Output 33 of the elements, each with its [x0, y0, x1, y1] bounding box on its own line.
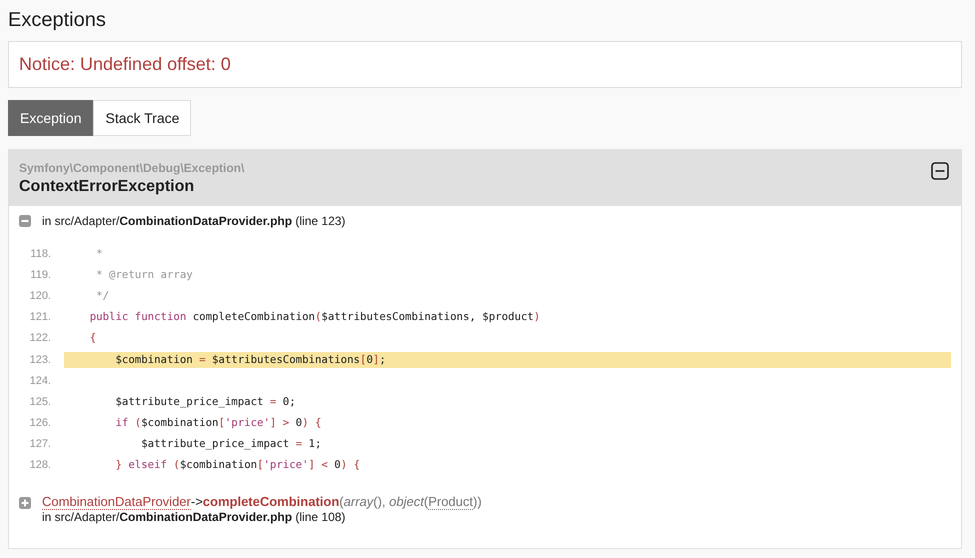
class-link[interactable]: CombinationDataProvider [42, 494, 191, 510]
line-number: 121. [28, 311, 52, 324]
tab[interactable]: Stack Trace [93, 100, 192, 136]
code-line: if ($combination['price'] > 0) { [114, 415, 322, 432]
line-number: 118. [29, 248, 52, 260]
code-line: { [88, 330, 98, 346]
collapse-icon[interactable] [931, 162, 949, 180]
line-number: 120. [28, 290, 52, 302]
code-line: $attribute_price_impact = 0; [114, 394, 297, 410]
code-line: } elseif ($combination['price'] < 0) { [114, 457, 362, 474]
expand-icon[interactable] [19, 497, 31, 510]
line-number: 125. [28, 396, 52, 408]
error-message: Notice: Undefined offset: 0 [8, 41, 962, 88]
page-title: Exceptions [8, 8, 107, 33]
class-link[interactable]: Product [428, 494, 474, 510]
file-location: in src/Adapter/CombinationDataProvider.php (line 108) [42, 510, 346, 524]
code-line: */ [95, 288, 110, 304]
line-number: 128. [28, 459, 52, 472]
line-number: 124. [28, 374, 52, 387]
code-line: * [95, 246, 104, 262]
line-number: 126. [28, 417, 52, 430]
exception-namespace: Symfony\Component\Debug\Exception\ [19, 161, 244, 175]
tab[interactable]: Exception [8, 100, 94, 136]
file-location: in src/Adapter/CombinationDataProvider.php (line 123) [42, 214, 346, 228]
code-line: public function completeCombination($attributesCombinations, $product) [88, 309, 542, 326]
exception-class: ContextErrorException [19, 178, 196, 196]
line-number: 119. [29, 268, 52, 281]
line-number: 127. [28, 438, 52, 450]
trace-call: CombinationDataProvider->completeCombination(array(), object(Product)) [42, 494, 482, 510]
line-number: 122. [28, 332, 52, 344]
code-line: $attribute_price_impact = 1; [140, 436, 322, 452]
line-number: 123. [28, 354, 52, 366]
code-line: * @return array [95, 266, 194, 283]
